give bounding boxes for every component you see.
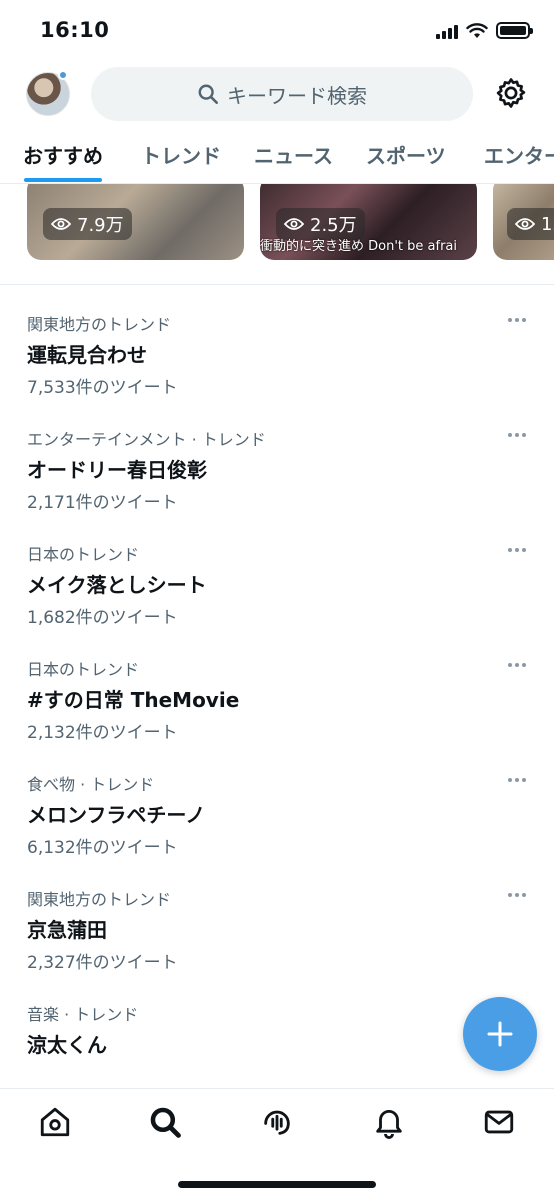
trend-context: エンターテインメント · トレンド [27, 430, 266, 449]
view-count: 2.5万 [310, 215, 357, 236]
explore-tabs: おすすめ トレンド ニュース スポーツ エンター [0, 124, 554, 184]
tab-news[interactable]: ニュース [254, 140, 333, 169]
status-time: 16:10 [40, 18, 110, 42]
more-options-icon[interactable] [505, 771, 529, 789]
trend-item[interactable]: 日本のトレンド #すの日常 TheMovie 2,132件のツイート [27, 656, 527, 743]
trend-name: #すの日常 TheMovie [27, 688, 240, 712]
trend-item[interactable]: 食べ物 · トレンド メロンフラペチーノ 6,132件のツイート [27, 771, 527, 858]
view-count: 7.9万 [77, 215, 124, 236]
more-options-icon[interactable] [505, 311, 529, 329]
trend-name: 京急蒲田 [27, 918, 107, 942]
video-caption: 衝動的に突き進め Don't be afrai [260, 239, 457, 254]
trend-name: メロンフラペチーノ [27, 803, 206, 827]
trend-name: オードリー春日俊彰 [27, 458, 207, 482]
compose-button[interactable] [463, 997, 537, 1071]
tab-entertainment[interactable]: エンター [484, 140, 554, 169]
active-tab-indicator [24, 178, 102, 182]
view-count-badge: 7.9万 [43, 208, 132, 240]
divider [0, 284, 554, 285]
home-icon[interactable] [38, 1105, 72, 1139]
more-options-icon[interactable] [505, 886, 529, 904]
media-card[interactable]: 7.9万 [27, 184, 244, 260]
trend-name: 運転見合わせ [27, 343, 147, 367]
more-options-icon[interactable] [505, 541, 529, 559]
mail-icon[interactable] [482, 1105, 516, 1139]
trend-context: 食べ物 · トレンド [27, 775, 155, 794]
search-input[interactable]: キーワード検索 [91, 67, 473, 121]
tab-trending[interactable]: トレンド [141, 140, 221, 169]
view-count: 15 [541, 213, 554, 235]
search-icon [198, 84, 218, 104]
notification-dot [58, 70, 68, 80]
trend-item[interactable]: 日本のトレンド メイク落としシート 1,682件のツイート [27, 541, 527, 628]
trend-context: 関東地方のトレンド [27, 890, 172, 909]
search-placeholder: キーワード検索 [227, 83, 367, 108]
media-card[interactable]: 15 [493, 184, 554, 260]
eye-icon [284, 218, 304, 230]
search-icon[interactable] [148, 1105, 182, 1139]
trend-name: 涼太くん [27, 1033, 107, 1057]
trend-context: 音楽 · トレンド [27, 1005, 139, 1024]
trend-tweet-count: 1,682件のツイート [27, 608, 178, 628]
spaces-icon[interactable] [260, 1105, 294, 1139]
trend-item[interactable]: エンターテインメント · トレンド オードリー春日俊彰 2,171件のツイート [27, 426, 527, 513]
trend-context: 日本のトレンド [27, 660, 140, 679]
trend-context: 関東地方のトレンド [27, 315, 172, 334]
view-count-badge: 15 [507, 208, 554, 240]
trend-name: メイク落としシート [27, 573, 207, 597]
trend-item[interactable]: 関東地方のトレンド 京急蒲田 2,327件のツイート [27, 886, 527, 973]
status-bar: 16:10 [0, 0, 554, 62]
eye-icon [515, 218, 535, 230]
wifi-icon [466, 22, 488, 38]
tab-recommended[interactable]: おすすめ [23, 140, 103, 169]
header: キーワード検索 [0, 62, 554, 124]
media-carousel: 7.9万 2.5万 衝動的に突き進め Don't be afrai 15 [0, 184, 554, 262]
signal-icon [436, 23, 458, 39]
eye-icon [51, 218, 71, 230]
trend-tweet-count: 6,132件のツイート [27, 838, 178, 858]
battery-icon [496, 22, 533, 39]
trend-tweet-count: 7,533件のツイート [27, 378, 178, 398]
trend-item[interactable]: 関東地方のトレンド 運転見合わせ 7,533件のツイート [27, 311, 527, 398]
plus-icon [487, 1021, 513, 1047]
trend-tweet-count: 2,132件のツイート [27, 723, 178, 743]
gear-icon[interactable] [494, 76, 528, 110]
trend-tweet-count: 2,327件のツイート [27, 953, 178, 973]
media-card[interactable]: 2.5万 衝動的に突き進め Don't be afrai [260, 184, 477, 260]
home-indicator [178, 1181, 376, 1188]
bell-icon[interactable] [372, 1105, 406, 1139]
more-options-icon[interactable] [505, 426, 529, 444]
tab-sports[interactable]: スポーツ [366, 140, 446, 169]
trend-tweet-count: 2,171件のツイート [27, 493, 178, 513]
status-icons [436, 22, 533, 39]
trend-context: 日本のトレンド [27, 545, 140, 564]
more-options-icon[interactable] [505, 656, 529, 674]
trend-item[interactable]: 音楽 · トレンド 涼太くん [27, 1001, 527, 1057]
